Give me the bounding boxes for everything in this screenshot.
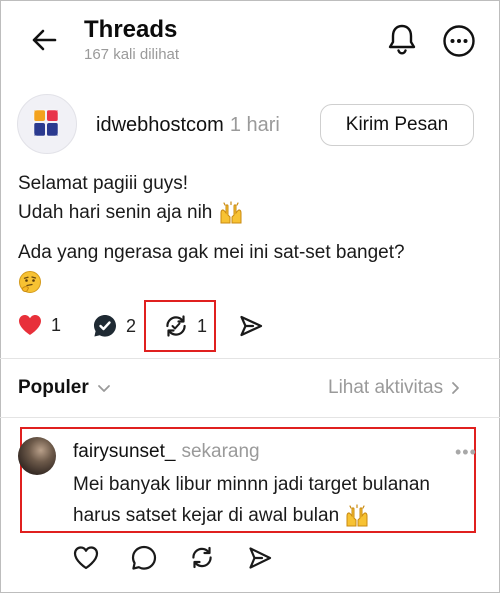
post-text-line: Ada yang ngerasa gak mei ini sat-set ban… bbox=[18, 242, 405, 263]
heart-icon[interactable] bbox=[72, 544, 100, 572]
comment-text-line: harus satset kejar di awal bulan bbox=[73, 504, 370, 528]
sort-label: Populer bbox=[18, 377, 89, 398]
section-divider bbox=[0, 358, 500, 359]
page-title: Threads bbox=[84, 16, 178, 43]
send-icon[interactable] bbox=[246, 544, 274, 572]
like-action[interactable]: 1 bbox=[17, 313, 61, 337]
author-name[interactable]: idwebhostcom bbox=[96, 114, 224, 136]
view-count: 167 kali dilihat bbox=[84, 46, 180, 63]
repost-icon[interactable] bbox=[188, 544, 216, 572]
post-author[interactable]: idwebhostcom 1 hari bbox=[96, 114, 280, 137]
post-text-line: Udah hari senin aja nih bbox=[18, 201, 244, 225]
commenter-avatar[interactable] bbox=[18, 437, 56, 475]
thinking-face-emoji-icon bbox=[19, 271, 41, 293]
comment-text-line: Mei banyak libur minnn jadi target bulan… bbox=[73, 474, 430, 495]
post-text: Udah hari senin aja nih bbox=[18, 202, 213, 224]
repost-highlight-box bbox=[144, 300, 216, 352]
activity-label: Lihat aktivitas bbox=[328, 377, 444, 398]
list-divider bbox=[0, 417, 500, 418]
comment-icon[interactable] bbox=[92, 313, 118, 339]
reply-count: 2 bbox=[126, 315, 137, 336]
send-icon[interactable] bbox=[238, 313, 264, 339]
author-logo-icon bbox=[33, 109, 59, 137]
reply-action[interactable]: 2 bbox=[92, 313, 136, 339]
chevron-down-icon bbox=[97, 385, 110, 392]
commenter-name[interactable]: fairysunset_ bbox=[73, 441, 175, 462]
view-activity-link[interactable]: Lihat aktivitas bbox=[328, 377, 463, 399]
comment-icon[interactable] bbox=[130, 544, 158, 572]
arrow-left-icon[interactable] bbox=[30, 26, 58, 54]
share-action[interactable] bbox=[238, 313, 264, 339]
sort-dropdown[interactable]: Populer bbox=[18, 377, 113, 399]
like-count: 1 bbox=[51, 314, 62, 335]
more-icon[interactable] bbox=[442, 24, 476, 58]
bell-icon[interactable] bbox=[386, 22, 418, 56]
author-avatar[interactable] bbox=[17, 94, 77, 154]
raised-hands-emoji-icon bbox=[220, 201, 242, 224]
raised-hands-emoji-icon bbox=[346, 504, 368, 527]
send-message-button[interactable]: Kirim Pesan bbox=[320, 104, 474, 146]
comment-text: harus satset kejar di awal bulan bbox=[73, 505, 340, 527]
comment-header: fairysunset_ sekarang bbox=[73, 441, 260, 463]
post-time: 1 hari bbox=[229, 114, 280, 136]
comment-time: sekarang bbox=[181, 441, 260, 462]
comment-more-icon[interactable]: ••• bbox=[455, 443, 477, 461]
top-bar: Threads 167 kali dilihat bbox=[0, 0, 500, 80]
post-text-line: Selamat pagiii guys! bbox=[18, 173, 189, 194]
chevron-right-icon bbox=[452, 382, 460, 394]
heart-icon[interactable] bbox=[17, 313, 43, 337]
